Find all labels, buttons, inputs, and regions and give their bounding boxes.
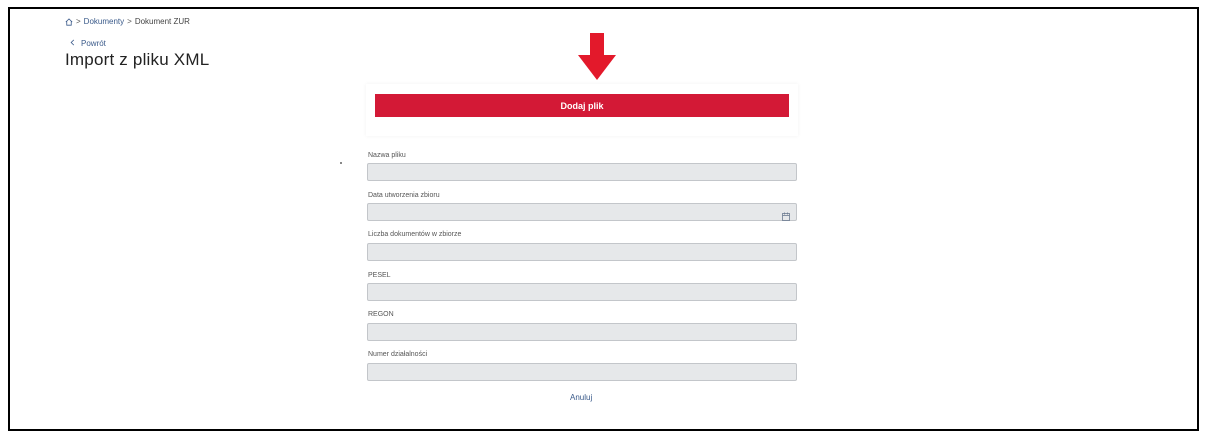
pesel-field[interactable] [367, 283, 797, 301]
calendar-icon[interactable] [782, 208, 790, 226]
breadcrumb-separator: > [127, 17, 132, 26]
field-label-pesel: PESEL [368, 272, 391, 279]
page-title: Import z pliku XML [65, 50, 210, 69]
field-label-document-count: Liczba dokumentów w zbiorze [368, 231, 462, 238]
home-icon[interactable] [65, 17, 73, 26]
regon-field[interactable] [367, 323, 797, 341]
add-file-button[interactable]: Dodaj plik [375, 94, 789, 117]
field-label-creation-date: Data utworzenia zbioru [368, 192, 440, 199]
back-label: Powrót [81, 39, 106, 48]
breadcrumb-separator: > [76, 17, 81, 26]
breadcrumb-current: Dokument ZUR [134, 17, 190, 26]
field-label-business-number: Numer działalności [368, 351, 428, 358]
business-number-field[interactable] [367, 363, 797, 381]
creation-date-field[interactable] [367, 203, 797, 221]
breadcrumb-dokumenty[interactable]: Dokumenty [84, 17, 124, 26]
back-link[interactable]: Powrót [70, 39, 106, 48]
breadcrumb: > Dokumenty > Dokument ZUR [65, 17, 190, 26]
file-name-field[interactable] [367, 163, 797, 181]
arrow-down-icon [578, 33, 616, 86]
document-count-field[interactable] [367, 243, 797, 261]
decorative-dot [340, 162, 342, 164]
chevron-left-icon [70, 39, 75, 48]
field-label-file-name: Nazwa pliku [368, 152, 406, 159]
cancel-link[interactable]: Anuluj [570, 393, 592, 402]
field-label-regon: REGON [368, 311, 394, 318]
